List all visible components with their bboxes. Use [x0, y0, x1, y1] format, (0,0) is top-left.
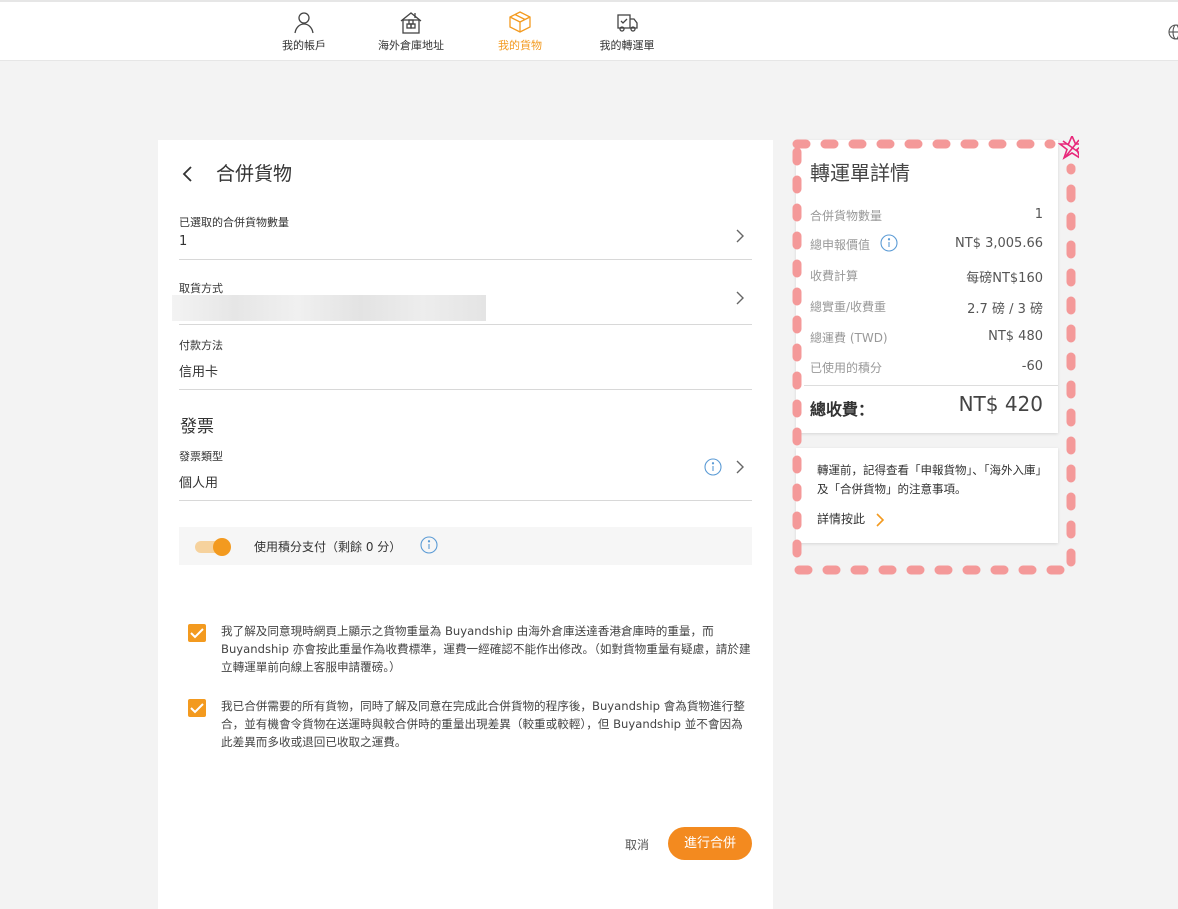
toggle-knob	[213, 538, 231, 556]
summary-row-label: 收費計算	[810, 269, 859, 283]
payment-method-row: 付款方法 信用卡	[179, 337, 752, 390]
divider	[804, 385, 1058, 386]
invoice-section-title: 發票	[180, 417, 214, 437]
info-icon[interactable]	[420, 536, 438, 554]
summary-row: 總實重/收費重 2.7 磅 / 3 磅	[810, 298, 1043, 318]
nav-label: 我的轉運單	[599, 39, 655, 52]
top-navigation: 我的帳戶 海外倉庫地址 我的貨物 我的轉運單	[0, 0, 1178, 61]
summary-row-value: 1	[1034, 207, 1043, 222]
info-icon[interactable]	[880, 234, 898, 252]
chevron-right-icon	[736, 229, 744, 243]
nav-my-account[interactable]: 我的帳戶	[254, 10, 354, 53]
info-icon[interactable]	[704, 458, 722, 476]
pickup-method-label: 取貨方式	[179, 282, 223, 295]
payment-method-label: 付款方法	[179, 339, 223, 352]
warehouse-icon	[400, 12, 422, 34]
summary-row: 總運費 (TWD) NT$ 480	[810, 329, 1043, 349]
summary-row-label: 合併貨物數量	[810, 209, 883, 223]
agree-weight-checkbox[interactable]	[188, 624, 206, 642]
cancel-button[interactable]: 取消	[625, 836, 649, 853]
summary-row-label: 總實重/收費重	[810, 300, 887, 314]
summary-row: 已使用的積分 -60	[810, 359, 1043, 379]
globe-icon[interactable]	[1168, 24, 1178, 40]
chevron-right-icon	[876, 512, 884, 527]
nav-my-shipments[interactable]: 我的轉運單	[577, 10, 677, 53]
summary-row-label: 總運費 (TWD)	[810, 331, 888, 345]
redacted-pickup-value	[172, 295, 486, 321]
delivery-icon	[617, 14, 638, 32]
summary-row-value: -60	[1021, 359, 1043, 374]
selected-count-value: 1	[179, 234, 188, 249]
merge-button[interactable]: 進行合併	[668, 827, 752, 860]
selected-count-label: 已選取的合併貨物數量	[179, 216, 289, 229]
notice-card: 轉運前，記得查看「申報貨物」、「海外入庫」及「合併貨物」的注意事項。 詳情按此	[796, 448, 1058, 543]
details-link[interactable]: 詳情按此	[817, 510, 885, 527]
chevron-right-icon	[736, 460, 744, 474]
back-arrow-icon[interactable]	[178, 164, 198, 184]
agree-merge-text: 我已合併需要的所有貨物，同時了解及同意在完成此合併貨物的程序後，Buyandsh…	[221, 699, 745, 749]
user-icon	[294, 12, 314, 34]
payment-method-value: 信用卡	[179, 365, 219, 380]
summary-row-value: NT$ 3,005.66	[955, 236, 1043, 251]
selected-count-row[interactable]: 已選取的合併貨物數量 1	[179, 214, 752, 260]
summary-row: 合併貨物數量 1	[810, 207, 1043, 227]
star-icon	[1057, 136, 1079, 160]
summary-row-label: 已使用的積分	[810, 361, 883, 375]
nav-overseas-warehouse[interactable]: 海外倉庫地址	[361, 10, 461, 53]
nav-my-packages[interactable]: 我的貨物	[470, 10, 570, 53]
shipment-summary-card: 轉運單詳情 合併貨物數量 1 總申報價值 NT$ 3,005.66 收費計算 每…	[796, 140, 1058, 433]
agree-weight-text: 我了解及同意現時網頁上顯示之貨物重量為 Buyandship 由海外倉庫送達香港…	[221, 624, 751, 674]
summary-row-label: 總申報價值	[810, 238, 871, 252]
summary-row: 總申報價值 NT$ 3,005.66	[810, 234, 1043, 256]
summary-row-value: 2.7 磅 / 3 磅	[967, 302, 1043, 317]
summary-title: 轉運單詳情	[810, 161, 910, 185]
invoice-type-value: 個人用	[179, 476, 219, 491]
total-value: NT$ 420	[958, 392, 1043, 416]
nav-label: 我的帳戶	[282, 39, 326, 52]
details-link-label: 詳情按此	[817, 512, 866, 526]
summary-row-value: NT$ 480	[988, 329, 1043, 344]
nav-label: 我的貨物	[498, 39, 542, 52]
points-payment-label: 使用積分支付（剩餘 0 分）	[254, 540, 402, 554]
points-toggle[interactable]	[195, 538, 233, 556]
page-title: 合併貨物	[216, 163, 293, 185]
invoice-type-label: 發票類型	[179, 450, 223, 463]
package-icon	[509, 11, 531, 33]
points-payment-bar: 使用積分支付（剩餘 0 分）	[179, 527, 752, 565]
total-label: 總收費：	[810, 400, 875, 419]
agree-merge-checkbox[interactable]	[188, 699, 206, 717]
invoice-type-row[interactable]: 發票類型 個人用	[179, 448, 752, 501]
summary-row-value: 每磅NT$160	[966, 271, 1043, 286]
summary-row: 收費計算 每磅NT$160	[810, 267, 1043, 287]
notice-text: 轉運前，記得查看「申報貨物」、「海外入庫」及「合併貨物」的注意事項。	[817, 463, 1042, 496]
chevron-right-icon	[736, 291, 744, 305]
nav-label: 海外倉庫地址	[378, 39, 444, 52]
